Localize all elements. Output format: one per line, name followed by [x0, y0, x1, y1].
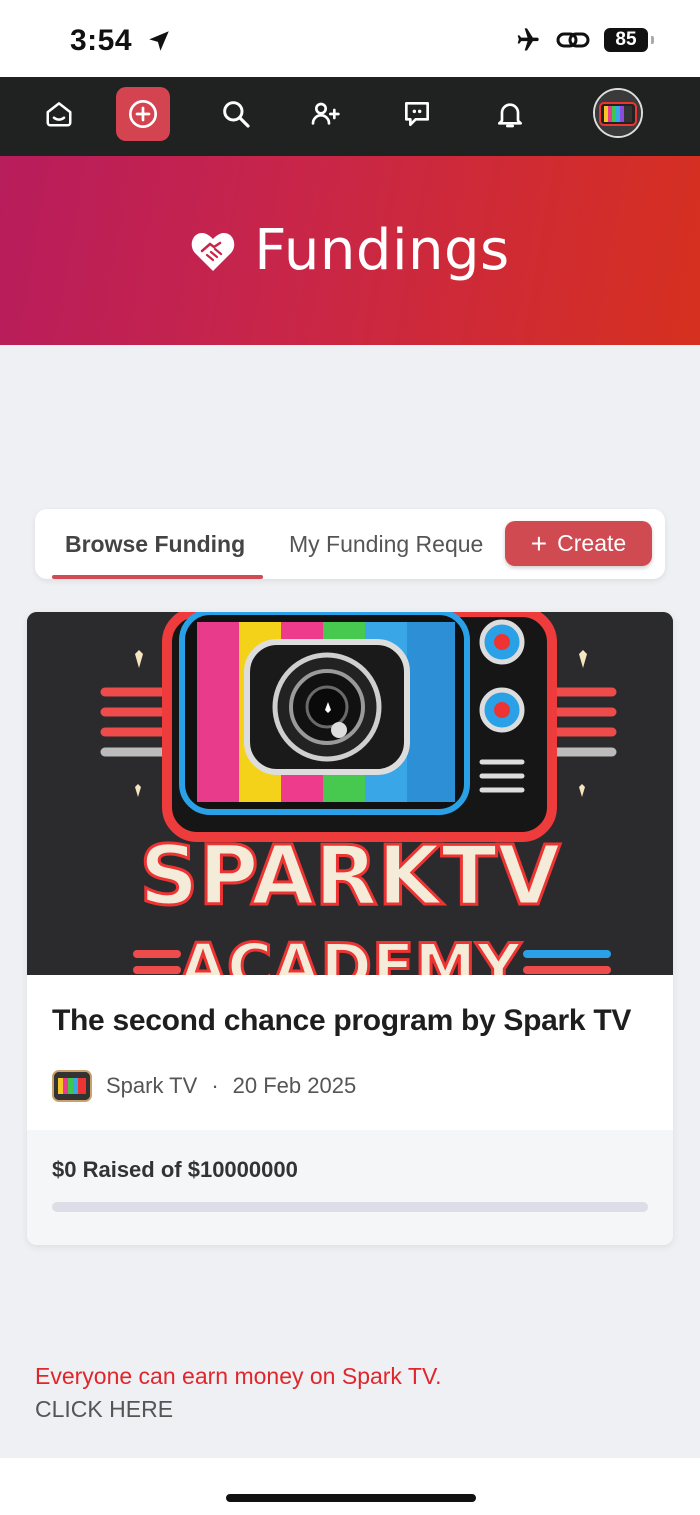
link-icon: [556, 32, 590, 48]
profile-tv-logo-icon: [595, 90, 641, 136]
tab-browse-funding[interactable]: Browse Funding: [65, 509, 245, 579]
funding-progress-section: $0 Raised of $10000000: [27, 1130, 673, 1245]
funding-card[interactable]: SPARKTV ACADEMY The second chance progra…: [27, 612, 673, 1245]
tab-my-funding-requests[interactable]: My Funding Reque: [289, 509, 491, 579]
profile-avatar[interactable]: [593, 88, 643, 138]
page-title: Fundings: [254, 218, 510, 283]
home-indicator[interactable]: [226, 1494, 476, 1502]
nav-add-friend-button[interactable]: [298, 87, 352, 141]
author-avatar[interactable]: [52, 1070, 92, 1102]
funding-title[interactable]: The second chance program by Spark TV: [52, 1004, 631, 1038]
meta-separator: ·: [211, 1073, 219, 1098]
heart-handshake-icon: [192, 232, 235, 271]
tv-logo-icon: [54, 1072, 90, 1100]
location-arrow-icon: [149, 31, 169, 51]
user-plus-icon: [311, 102, 340, 125]
raised-amount: $0 Raised of $10000000: [52, 1157, 298, 1182]
plus-circle-icon: [129, 100, 157, 128]
active-tab-indicator: [52, 575, 263, 579]
author-name[interactable]: Spark TV: [106, 1073, 197, 1099]
promo-text: Everyone can earn money on Spark TV.: [35, 1363, 442, 1389]
create-button-label: Create: [557, 530, 627, 556]
funding-date: 20 Feb 2025: [232, 1073, 357, 1098]
promo-click-here-link[interactable]: CLICK HERE: [35, 1396, 173, 1423]
airplane-icon: [517, 28, 539, 51]
nav-notifications-button[interactable]: [483, 87, 537, 141]
funding-progress-bar: [52, 1202, 648, 1212]
nav-search-button[interactable]: [209, 87, 263, 141]
bell-icon: [498, 103, 522, 128]
funding-cover-image[interactable]: SPARKTV ACADEMY: [27, 612, 673, 975]
fundings-hero-banner: Fundings: [0, 156, 700, 345]
message-icon: [405, 102, 429, 126]
nav-create-button[interactable]: [116, 87, 170, 141]
plus-icon: +: [530, 527, 548, 559]
home-icon: [46, 102, 72, 127]
status-bar: 3:54 85: [0, 0, 700, 77]
search-icon: [223, 101, 250, 128]
funding-tabs: Browse Funding My Funding Reque + Create: [35, 509, 665, 579]
bottom-safe-area: [0, 1458, 700, 1515]
nav-messages-button[interactable]: [390, 87, 444, 141]
nav-home-button[interactable]: [32, 87, 86, 141]
create-funding-button[interactable]: + Create: [505, 521, 652, 566]
funding-meta: Spark TV · 20 Feb 2025: [52, 1070, 356, 1102]
battery-indicator: 85: [604, 28, 654, 52]
cover-logo-subtitle: ACADEMY: [179, 930, 522, 975]
status-time: 3:54: [70, 24, 133, 57]
cover-logo-title: SPARKTV: [139, 829, 561, 924]
status-icons: 85: [512, 26, 654, 54]
